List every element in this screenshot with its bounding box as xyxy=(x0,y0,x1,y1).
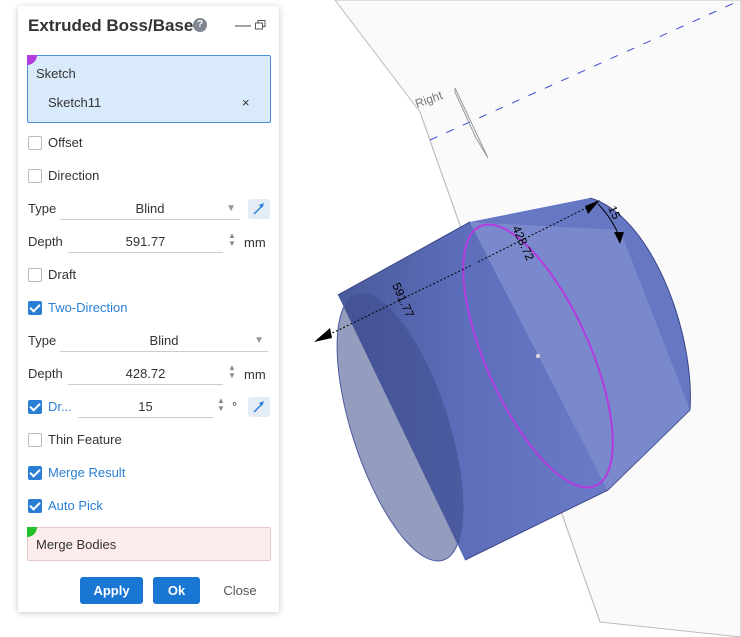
extruded-boss-panel: Extruded Boss/Base ? — Sketch Sketch11 ×… xyxy=(18,6,279,612)
thin-feature-label: Thin Feature xyxy=(48,432,122,447)
question-circle-icon[interactable]: ? xyxy=(193,18,207,32)
direction2-draft-input[interactable]: 15 xyxy=(78,397,213,418)
ok-button[interactable]: Ok xyxy=(153,577,200,604)
sketch-color-marker xyxy=(27,55,37,65)
direction1-type-select[interactable]: Blind ▼ xyxy=(60,199,240,220)
direction2-depth-unit: mm xyxy=(244,367,266,382)
direction-label: Direction xyxy=(48,168,100,183)
two-direction-checkbox-box[interactable] xyxy=(28,301,42,315)
chevron-down-icon: ▼ xyxy=(226,203,236,214)
direction2-depth-row: Depth xyxy=(28,363,63,385)
direction2-depth-input[interactable]: 428.72 xyxy=(68,364,223,385)
direction2-draft-stepper[interactable]: ▲ ▼ xyxy=(217,397,225,413)
direction2-type-value: Blind xyxy=(149,333,179,348)
close-button[interactable]: Close xyxy=(215,577,265,604)
merge-bodies-label: Merge Bodies xyxy=(36,537,117,552)
remove-sketch-icon[interactable]: × xyxy=(242,95,250,110)
direction1-depth-input[interactable]: 591.77 xyxy=(68,232,223,253)
direction1-type-row: Type xyxy=(28,198,56,220)
direction2-depth-stepper[interactable]: ▲ ▼ xyxy=(228,364,236,380)
direction1-depth-unit: mm xyxy=(244,235,266,250)
direction1-type-value: Blind xyxy=(135,201,165,216)
merge-bodies-box[interactable]: Merge Bodies xyxy=(27,527,271,561)
arrow-pick-icon xyxy=(253,203,264,215)
offset-checkbox-box[interactable] xyxy=(28,136,42,150)
direction2-type-row: Type xyxy=(28,330,56,352)
direction2-draft-checkbox-box[interactable] xyxy=(28,400,42,414)
restore-window-icon[interactable] xyxy=(255,20,266,30)
draft-label: Draft xyxy=(48,267,77,282)
direction2-draft-label: Dr... xyxy=(48,399,72,414)
auto-pick-checkbox-box[interactable] xyxy=(28,499,42,513)
direction2-draft-unit: ° xyxy=(232,399,238,414)
apply-button[interactable]: Apply xyxy=(80,577,143,604)
direction1-type-label: Type xyxy=(28,201,57,216)
draft-checkbox-box[interactable] xyxy=(28,268,42,282)
direction1-depth-label: Depth xyxy=(28,234,63,249)
two-direction-label: Two-Direction xyxy=(48,300,128,315)
merge-bodies-color-marker xyxy=(27,527,37,537)
chevron-down-icon: ▼ xyxy=(254,335,264,346)
panel-title: Extruded Boss/Base xyxy=(28,16,194,35)
reverse-draft-button[interactable] xyxy=(248,397,270,417)
sketch-value[interactable]: Sketch11 xyxy=(48,95,101,110)
auto-pick-label: Auto Pick xyxy=(48,498,103,513)
sketch-selection-box[interactable]: Sketch Sketch11 × xyxy=(27,55,271,123)
thin-feature-checkbox-box[interactable] xyxy=(28,433,42,447)
merge-result-label: Merge Result xyxy=(48,465,126,480)
direction2-type-select[interactable]: Blind ▼ xyxy=(60,331,268,352)
sketch-label: Sketch xyxy=(36,66,76,81)
direction1-depth-row: Depth xyxy=(28,231,63,253)
direction2-type-label: Type xyxy=(28,333,57,348)
direction1-depth-stepper[interactable]: ▲ ▼ xyxy=(228,232,236,248)
offset-label: Offset xyxy=(48,135,83,150)
direction-checkbox-box[interactable] xyxy=(28,169,42,183)
direction2-depth-label: Depth xyxy=(28,366,63,381)
arrow-pick-icon xyxy=(253,401,264,413)
reverse-direction1-button[interactable] xyxy=(248,199,270,219)
minimize-icon[interactable]: — xyxy=(235,17,251,35)
merge-result-checkbox-box[interactable] xyxy=(28,466,42,480)
